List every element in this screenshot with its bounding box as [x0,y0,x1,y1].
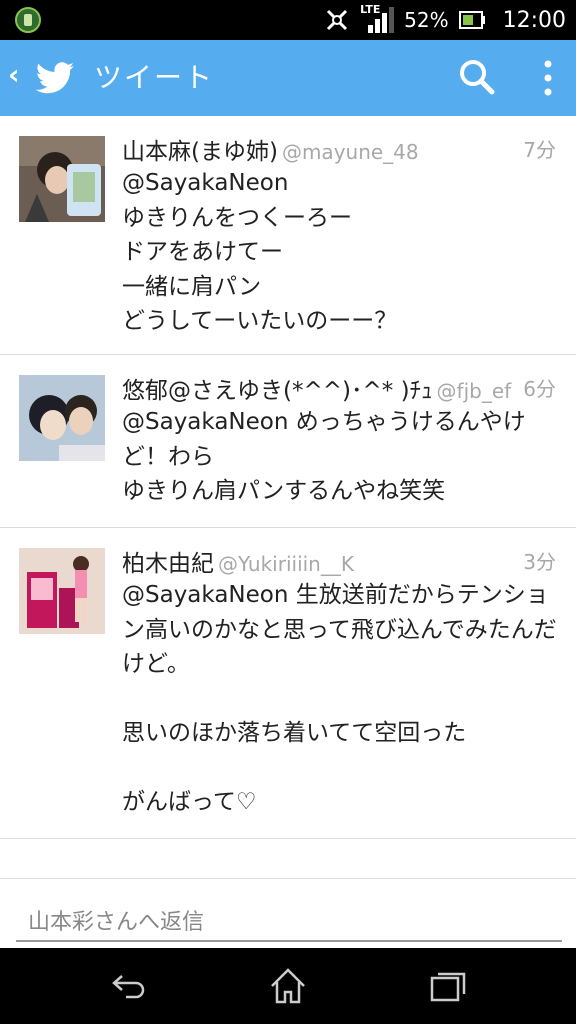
signal-indicator: LTE [360,3,395,35]
tweet-header: 柏木由紀 @Yukiriiiin__K 3分 [122,544,558,578]
author-name[interactable]: 柏木由紀 [122,551,214,577]
avatar[interactable] [19,136,105,222]
signal-icon [368,7,395,33]
avatar-image-3 [19,548,105,634]
tweet-text: @SayakaNeon ゆきりんをつくーろー ドアをあけてー 一緒に肩パン どう… [122,170,398,334]
vibrate-icon [327,9,348,31]
back-nav-icon[interactable] [108,966,148,1006]
status-right: LTE 52% 12:00 [324,0,566,40]
home-nav-icon[interactable] [268,966,308,1006]
tweet-header: 山本麻(まゆ姉) @mayune_48 7分 [122,132,558,166]
recent-apps-icon[interactable] [428,966,468,1006]
author-handle[interactable]: @fjb_ef [437,379,512,403]
reply-divider [0,878,576,879]
author-name[interactable]: 悠郁@さえゆき(*^^)･^* )ﾁｭ [122,378,433,404]
app-notification-icon [15,7,41,33]
twitter-bird-icon[interactable] [34,56,78,100]
navigation-bar [0,948,576,1024]
battery-percent: 52% [404,8,449,32]
tweet-time: 7分 [523,138,556,162]
author-handle[interactable]: @Yukiriiiin__K [218,552,354,576]
avatar-image-2 [19,375,105,461]
overflow-menu-icon[interactable] [538,58,558,98]
author-handle[interactable]: @mayune_48 [282,140,419,164]
clock: 12:00 [502,7,566,33]
page-title: ツイート [94,61,215,94]
tweet-time: 3分 [523,550,556,574]
search-icon[interactable] [458,58,496,96]
avatar[interactable] [19,548,105,634]
author-name[interactable]: 山本麻(まゆ姉) [122,139,278,165]
tweet-header: 悠郁@さえゆき(*^^)･^* )ﾁｭ @fjb_ef 6分 [122,371,558,405]
status-bar: LTE 52% 12:00 [0,0,576,40]
tweet-text: @SayakaNeon めっちゃうけるんやけど！わら ゆきりん肩パンするんやね笑… [122,409,526,504]
tweet-item[interactable]: 柏木由紀 @Yukiriiiin__K 3分 @SayakaNeon 生放送前だか… [0,528,576,839]
tweet-item[interactable]: 悠郁@さえゆき(*^^)･^* )ﾁｭ @fjb_ef 6分 @SayakaNeo… [0,355,576,528]
reply-placeholder: 山本彩さんへ返信 [28,910,205,935]
tweet-text: @SayakaNeon 生放送前だからテンション高いのかなと思って飛び込んでみた… [122,582,557,815]
app-bar: ‹ ツイート [0,40,576,116]
tweet-list: 山本麻(まゆ姉) @mayune_48 7分 @SayakaNeon ゆきりんをつ… [0,116,576,839]
reply-input[interactable]: 山本彩さんへ返信 [16,900,562,942]
tweet-item[interactable]: 山本麻(まゆ姉) @mayune_48 7分 @SayakaNeon ゆきりんをつ… [0,116,576,355]
avatar[interactable] [19,375,105,461]
avatar-image-1 [19,136,105,222]
tweet-time: 6分 [523,377,556,401]
back-icon[interactable]: ‹ [8,58,20,91]
battery-icon [458,11,485,29]
